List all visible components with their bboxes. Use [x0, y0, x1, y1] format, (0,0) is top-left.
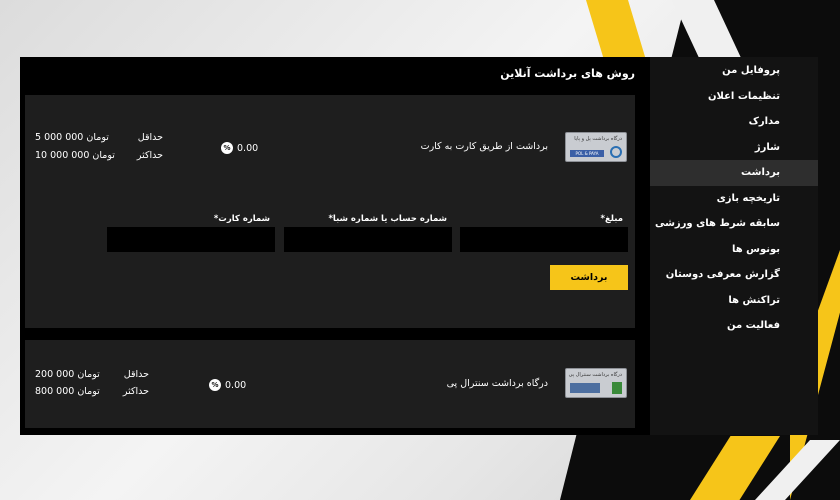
card-number-label: شماره کارت* [213, 214, 270, 224]
sidebar-item-game-history[interactable]: تاریخچه بازی [650, 186, 818, 212]
sidebar-item-referral-report[interactable]: گزارش معرفی دوستان [650, 262, 818, 288]
sidebar-item-notification-settings[interactable]: تنظیمات اعلان [650, 84, 818, 110]
withdraw-button[interactable]: برداشت [550, 265, 628, 290]
max-value: 800 000 تومان [35, 386, 100, 397]
page-title: روش های برداشت آنلاین [500, 67, 635, 80]
central-pay-logo: درگاه برداشت سنترال پی [565, 368, 627, 398]
max-label: حداکثر [136, 150, 163, 161]
withdraw-method-card: درگاه برداشت سنترال پی درگاه برداشت سنتر… [25, 340, 635, 428]
fee-display: % 0.00 [209, 379, 246, 391]
sidebar-item-bonuses[interactable]: بونوس ها [650, 237, 818, 263]
pol-paya-logo: درگاه برداشت پل و پایا POL & PAYA [565, 132, 627, 162]
account-number-input[interactable] [284, 227, 452, 252]
fee-display: % 0.00 [221, 142, 258, 154]
min-label: حداقل [123, 369, 149, 380]
max-label: حداکثر [122, 386, 149, 397]
max-value: 10 000 000 تومان [35, 150, 115, 161]
method-name: برداشت از طریق کارت به کارت [420, 141, 548, 152]
card-number-input[interactable] [107, 227, 275, 252]
sidebar-item-deposit[interactable]: شارژ [650, 135, 818, 161]
amount-input[interactable] [460, 227, 628, 252]
sidebar-item-my-activity[interactable]: فعالیت من [650, 313, 818, 339]
account-number-label: شماره حساب یا شماره شبا* [328, 214, 447, 224]
sidebar-item-withdraw[interactable]: برداشت [650, 160, 818, 186]
method-name: درگاه برداشت سنترال پی [446, 378, 548, 389]
amount-label: مبلغ* [600, 214, 623, 224]
percent-icon: % [209, 379, 221, 391]
withdraw-method-card: درگاه برداشت پل و پایا POL & PAYA برداشت… [25, 95, 635, 328]
account-window: پروفایل من تنظیمات اعلان مدارک شارژ بردا… [20, 57, 818, 435]
fee-value: 0.00 [225, 379, 247, 391]
fee-value: 0.00 [237, 142, 259, 154]
sidebar-item-sports-bets[interactable]: سابقه شرط های ورزشی [650, 211, 818, 237]
sidebar-item-documents[interactable]: مدارک [650, 109, 818, 135]
background-stripe [586, 0, 646, 60]
min-label: حداقل [137, 132, 163, 143]
sidebar-item-profile[interactable]: پروفایل من [650, 58, 818, 84]
min-value: 5 000 000 تومان [35, 132, 109, 143]
percent-icon: % [221, 142, 233, 154]
account-sidebar: پروفایل من تنظیمات اعلان مدارک شارژ بردا… [650, 57, 818, 435]
withdraw-methods-panel: روش های برداشت آنلاین درگاه برداشت پل و … [20, 57, 650, 435]
min-value: 200 000 تومان [35, 369, 100, 380]
sidebar-item-transactions[interactable]: تراکنش ها [650, 288, 818, 314]
